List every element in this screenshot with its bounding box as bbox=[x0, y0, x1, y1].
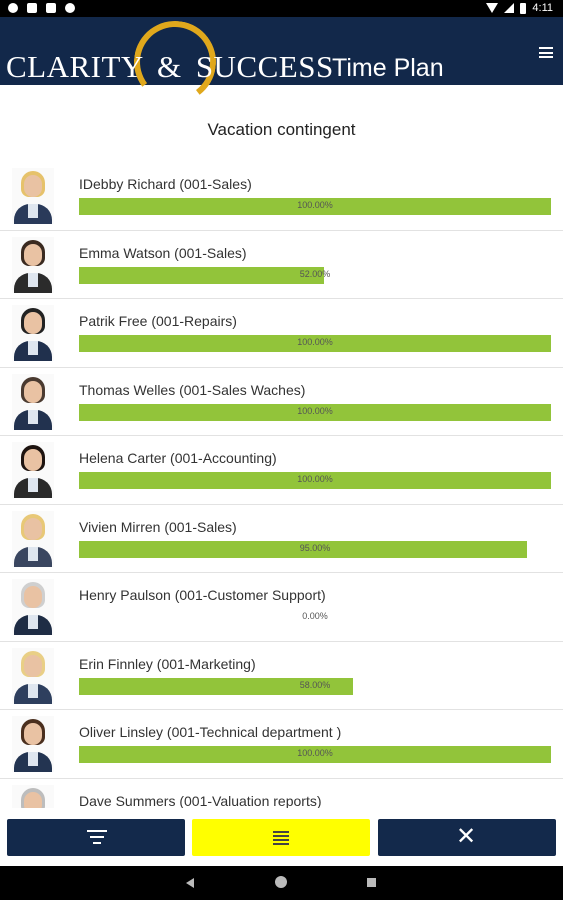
progress-label: 100.00% bbox=[297, 474, 333, 484]
employee-name: Vivien Mirren (001-Sales) bbox=[79, 518, 237, 535]
logo-main-text: CLARITY & SUCCESS bbox=[6, 49, 334, 84]
filter-icon bbox=[87, 830, 107, 846]
progress-label: 0.00% bbox=[302, 611, 328, 621]
progress-bar: 100.00% bbox=[79, 403, 551, 421]
employee-name: IDebby Richard (001-Sales) bbox=[79, 176, 252, 192]
progress-bar: 100.00% bbox=[79, 198, 551, 215]
employee-name: Emma Watson (001-Sales) bbox=[79, 244, 247, 261]
avatar bbox=[12, 647, 54, 704]
progress-bar: 0.00% bbox=[79, 609, 551, 626]
progress-bar: 100.00% bbox=[79, 335, 551, 352]
filter-button[interactable] bbox=[7, 819, 185, 856]
avatar bbox=[12, 305, 54, 361]
employee-name: Erin Finnley (001-Marketing) bbox=[79, 655, 256, 672]
sd-card-icon bbox=[46, 3, 56, 13]
employee-name: Patrik Free (001-Repairs) bbox=[79, 313, 237, 329]
avatar bbox=[12, 168, 54, 224]
progress-bar: 100.00% bbox=[79, 472, 551, 489]
list-item[interactable]: Helena Carter (001-Accounting) 100.00% bbox=[0, 436, 563, 505]
settings-icon bbox=[8, 3, 18, 13]
progress-label: 100.00% bbox=[297, 405, 333, 416]
avatar bbox=[12, 442, 54, 498]
list-button[interactable] bbox=[192, 819, 370, 856]
avatar bbox=[12, 784, 54, 808]
list-item[interactable]: Patrik Free (001-Repairs) 100.00% bbox=[0, 299, 563, 368]
back-icon[interactable] bbox=[186, 878, 194, 888]
app-header: CLARITY & SUCCESS Time Plan bbox=[0, 15, 563, 109]
employee-list[interactable]: IDebby Richard (001-Sales) 100.00% Emma Wa… bbox=[0, 162, 563, 808]
employee-name: Henry Paulson (001-Customer Support) bbox=[79, 587, 326, 603]
list-item[interactable]: Vivien Mirren (001-Sales) 95.00% bbox=[0, 505, 563, 573]
avatar bbox=[12, 510, 54, 567]
avatar bbox=[12, 716, 54, 772]
page-title: Vacation contingent bbox=[207, 120, 356, 139]
employee-name: Thomas Welles (001-Sales Waches) bbox=[79, 381, 306, 398]
list-item[interactable]: Thomas Welles (001-Sales Waches) 100.00% bbox=[0, 368, 563, 436]
employee-name: Oliver Linsley (001-Technical department… bbox=[79, 724, 342, 740]
progress-label: 95.00% bbox=[299, 542, 331, 553]
notification-icon bbox=[27, 3, 37, 13]
avatar bbox=[12, 373, 54, 430]
wifi-icon bbox=[486, 3, 499, 13]
action-bar: ✕ bbox=[0, 808, 563, 866]
app-logo: CLARITY & SUCCESS Time Plan bbox=[6, 15, 446, 109]
avatar bbox=[12, 236, 54, 293]
list-item[interactable]: Emma Watson (001-Sales) 52.00% bbox=[0, 231, 563, 299]
status-bar: 4:11 bbox=[0, 0, 563, 17]
status-time: 4:11 bbox=[532, 2, 553, 14]
employee-name: Helena Carter (001-Accounting) bbox=[79, 450, 277, 466]
progress-label: 58.00% bbox=[299, 679, 331, 690]
avatar bbox=[12, 579, 54, 635]
progress-label: 100.00% bbox=[297, 748, 333, 758]
list-item[interactable]: IDebby Richard (001-Sales) 100.00% bbox=[0, 162, 563, 231]
close-button[interactable]: ✕ bbox=[378, 819, 556, 856]
sync-icon bbox=[65, 3, 75, 13]
home-icon[interactable] bbox=[275, 876, 287, 888]
progress-bar: 52.00% bbox=[79, 266, 551, 284]
close-icon: ✕ bbox=[456, 823, 477, 850]
employee-name: Dave Summers (001-Valuation reports) bbox=[79, 792, 322, 809]
system-nav-bar bbox=[0, 866, 563, 900]
progress-bar: 100.00% bbox=[79, 746, 551, 763]
progress-bar: 95.00% bbox=[79, 540, 551, 558]
progress-bar: 58.00% bbox=[79, 677, 551, 695]
battery-icon bbox=[520, 2, 527, 14]
hamburger-icon[interactable] bbox=[539, 47, 553, 58]
recent-apps-icon[interactable] bbox=[367, 878, 376, 887]
progress-label: 100.00% bbox=[297, 337, 333, 347]
list-item[interactable]: Oliver Linsley (001-Technical department… bbox=[0, 710, 563, 779]
signal-icon bbox=[504, 3, 515, 13]
list-item[interactable]: Henry Paulson (001-Customer Support) 0.00… bbox=[0, 573, 563, 642]
progress-label: 52.00% bbox=[299, 268, 331, 279]
logo-sub-text: Time Plan bbox=[332, 54, 444, 82]
list-item[interactable]: Dave Summers (001-Valuation reports) bbox=[0, 779, 563, 809]
list-icon bbox=[273, 831, 289, 845]
list-item[interactable]: Erin Finnley (001-Marketing) 58.00% bbox=[0, 642, 563, 710]
progress-label: 100.00% bbox=[297, 200, 333, 210]
